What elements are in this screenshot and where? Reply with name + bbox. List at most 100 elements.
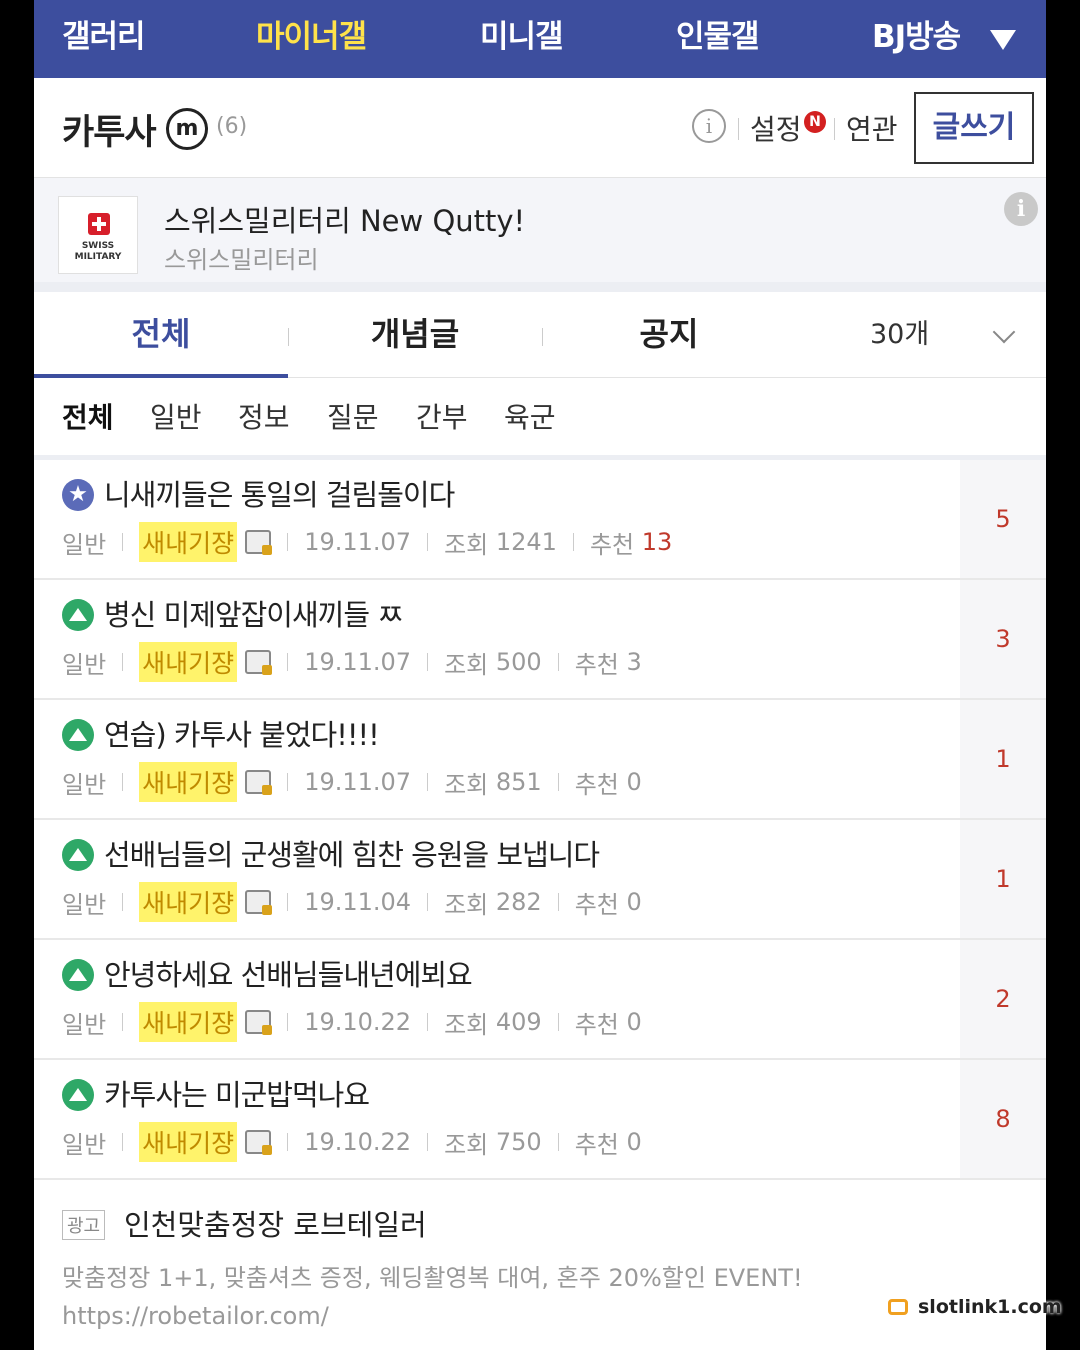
- rec-label: 추천: [574, 770, 619, 799]
- new-badge: N: [804, 111, 826, 133]
- comment-count[interactable]: 8: [960, 1060, 1046, 1178]
- banner-title[interactable]: 스위스밀리터리 New Qutty!: [164, 198, 525, 240]
- nav-gallery[interactable]: 갤러리: [62, 0, 146, 78]
- post-category: 일반: [62, 1010, 107, 1039]
- nav-mini-gallery[interactable]: 미니갤: [480, 0, 564, 78]
- triangle-down-icon[interactable]: [990, 30, 1016, 50]
- nav-person-gallery[interactable]: 인물갤: [676, 0, 760, 78]
- post-date: 19.11.07: [304, 528, 412, 556]
- post-title[interactable]: 니새끼들은 통일의 걸림돌이다: [104, 472, 455, 514]
- post-meta: 일반 새내기쟝 19.10.22 조회 750 추천 0: [62, 1122, 642, 1162]
- gallery-count: (6): [216, 114, 248, 139]
- related-button[interactable]: 연관: [846, 108, 898, 148]
- views-label: 조회: [444, 1010, 489, 1039]
- comment-count[interactable]: 3: [960, 580, 1046, 698]
- views-count: 750: [495, 1128, 542, 1156]
- post-row[interactable]: 카투사는 미군밥먹나요 일반 새내기쟝 19.10.22 조회 750 추천 0…: [34, 1060, 1046, 1180]
- page-size-select[interactable]: 30개: [870, 292, 929, 378]
- comment-count[interactable]: 1: [960, 820, 1046, 938]
- ad-title[interactable]: 인천맞춤정장 로브테일러: [124, 1202, 427, 1244]
- views-count: 500: [495, 648, 542, 676]
- post-author[interactable]: 새내기쟝: [139, 522, 238, 562]
- rec-label: 추천: [574, 1130, 619, 1159]
- list-tabs: 전체 개념글 공지 30개: [34, 292, 1046, 378]
- category-bar: 전체 일반 정보 질문 간부 육군: [34, 378, 1046, 460]
- post-author[interactable]: 새내기쟝: [139, 1122, 238, 1162]
- star-icon: [62, 479, 94, 511]
- comment-count[interactable]: 1: [960, 700, 1046, 818]
- views-label: 조회: [444, 770, 489, 799]
- views-label: 조회: [444, 890, 489, 919]
- post-category: 일반: [62, 530, 107, 559]
- tab-concept[interactable]: 개념글: [288, 292, 542, 378]
- post-date: 19.11.04: [304, 888, 412, 916]
- gallery-title[interactable]: 카투사: [62, 104, 157, 155]
- post-meta: 일반 새내기쟝 19.11.07 조회 851 추천 0: [62, 762, 642, 802]
- post-title[interactable]: 선배님들의 군생활에 힘찬 응원을 보냅니다: [104, 832, 600, 874]
- divider: [738, 118, 739, 140]
- rec-label: 추천: [574, 1010, 619, 1039]
- image-icon: [62, 719, 94, 751]
- views-count: 851: [495, 768, 542, 796]
- post-category: 일반: [62, 1130, 107, 1159]
- app-frame: 갤러리 마이너갤 미니갤 인물갤 BJ방송 카투사 m (6) i 설정 N 연…: [34, 0, 1046, 1350]
- divider: [834, 118, 835, 140]
- comment-count[interactable]: 2: [960, 940, 1046, 1058]
- setting-button[interactable]: 설정: [750, 108, 802, 148]
- image-icon: [62, 959, 94, 991]
- post-author[interactable]: 새내기쟝: [139, 762, 238, 802]
- tab-notice[interactable]: 공지: [542, 292, 796, 378]
- post-meta: 일반 새내기쟝 19.10.22 조회 409 추천 0: [62, 1002, 642, 1042]
- comment-count[interactable]: 5: [960, 460, 1046, 578]
- rec-label: 추천: [589, 530, 635, 559]
- views-label: 조회: [444, 650, 489, 679]
- category-info[interactable]: 정보: [238, 378, 290, 458]
- nav-bj-broadcast[interactable]: BJ방송: [872, 0, 961, 78]
- post-date: 19.11.07: [304, 648, 412, 676]
- post-author[interactable]: 새내기쟝: [139, 1002, 238, 1042]
- views-label: 조회: [444, 530, 489, 559]
- write-button[interactable]: 글쓰기: [914, 92, 1034, 164]
- image-icon: [62, 1079, 94, 1111]
- post-row[interactable]: 병신 미제앞잡이새끼들 ㅉ 일반 새내기쟝 19.11.07 조회 500 추천…: [34, 580, 1046, 700]
- ad-info-icon[interactable]: i: [1004, 192, 1038, 226]
- category-army[interactable]: 육군: [504, 378, 556, 458]
- watermark-text: slotlink1.com: [918, 1296, 1062, 1318]
- ad-banner[interactable]: SWISS MILITARY 스위스밀리터리 New Qutty! 스위스밀리터…: [34, 178, 1046, 292]
- post-author[interactable]: 새내기쟝: [139, 642, 238, 682]
- fixed-nick-icon: [245, 770, 273, 795]
- post-category: 일반: [62, 650, 107, 679]
- info-icon[interactable]: i: [692, 109, 726, 143]
- fixed-nick-icon: [245, 1130, 273, 1155]
- post-date: 19.11.07: [304, 768, 412, 796]
- category-all[interactable]: 전체: [62, 378, 114, 458]
- rec-count: 13: [641, 528, 673, 556]
- post-row[interactable]: 안녕하세요 선배님들내년에뵈요 일반 새내기쟝 19.10.22 조회 409 …: [34, 940, 1046, 1060]
- post-meta: 일반 새내기쟝 19.11.04 조회 282 추천 0: [62, 882, 642, 922]
- post-title[interactable]: 연습) 카투사 붙었다!!!!: [104, 712, 380, 754]
- category-question[interactable]: 질문: [327, 378, 379, 458]
- post-row[interactable]: 니새끼들은 통일의 걸림돌이다 일반 새내기쟝 19.11.07 조회 1241…: [34, 460, 1046, 580]
- rec-label: 추천: [574, 650, 619, 679]
- post-author[interactable]: 새내기쟝: [139, 882, 238, 922]
- chevron-down-icon[interactable]: [992, 320, 1016, 344]
- watermark-logo-icon: [888, 1299, 908, 1315]
- post-meta: 일반 새내기쟝 19.11.07 조회 500 추천 3: [62, 642, 642, 682]
- post-category: 일반: [62, 770, 107, 799]
- fixed-nick-icon: [245, 1010, 273, 1035]
- rec-count: 0: [626, 888, 642, 916]
- post-title[interactable]: 안녕하세요 선배님들내년에뵈요: [104, 952, 473, 994]
- rec-count: 0: [626, 1008, 642, 1036]
- ad-url[interactable]: https://robetailor.com/: [62, 1302, 329, 1330]
- post-title[interactable]: 카투사는 미군밥먹나요: [104, 1072, 370, 1114]
- rec-count: 3: [626, 648, 642, 676]
- minor-gallery-badge-icon: m: [166, 108, 208, 150]
- fixed-nick-icon: [245, 890, 273, 915]
- nav-minor-gallery[interactable]: 마이너갤: [256, 0, 367, 78]
- category-general[interactable]: 일반: [150, 378, 202, 458]
- post-title[interactable]: 병신 미제앞잡이새끼들 ㅉ: [104, 592, 404, 634]
- post-row[interactable]: 선배님들의 군생활에 힘찬 응원을 보냅니다 일반 새내기쟝 19.11.04 …: [34, 820, 1046, 940]
- category-officer[interactable]: 간부: [416, 378, 468, 458]
- post-row[interactable]: 연습) 카투사 붙었다!!!! 일반 새내기쟝 19.11.07 조회 851 …: [34, 700, 1046, 820]
- tab-all[interactable]: 전체: [34, 292, 288, 378]
